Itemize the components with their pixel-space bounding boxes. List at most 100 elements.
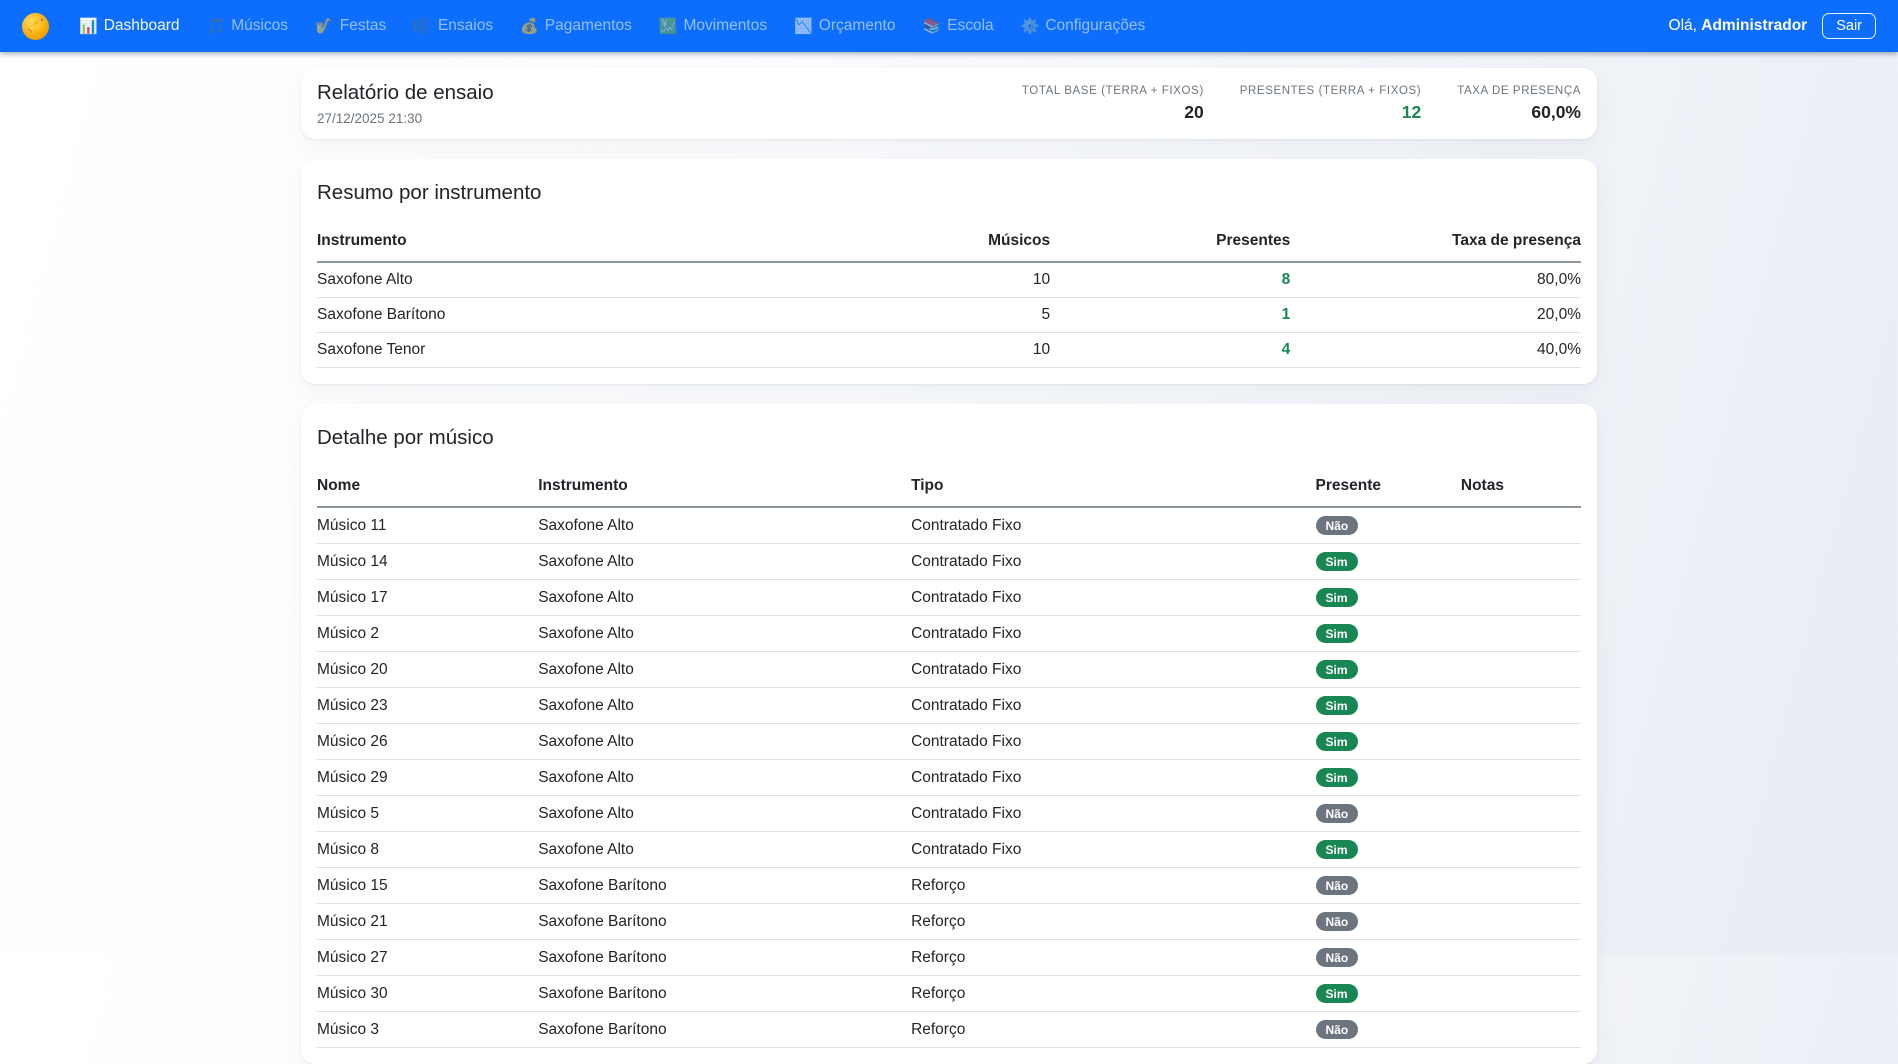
detail-header-row: Nome Instrumento Tipo Presente Notas [317, 468, 1581, 507]
cell-type: Contratado Fixo [911, 544, 1315, 580]
detail-table: Nome Instrumento Tipo Presente Notas Mús… [317, 468, 1581, 1048]
nav-link-pagamentos[interactable]: 💰Pagamentos [520, 17, 632, 35]
present-badge: Sim [1316, 696, 1358, 715]
cell-notes [1461, 832, 1581, 868]
cell-notes [1461, 616, 1581, 652]
cell-notes [1461, 976, 1581, 1012]
cell-type: Contratado Fixo [911, 580, 1315, 616]
cell-present-count: 8 [1050, 262, 1290, 298]
nav-item-festas: 🎷Festas [315, 17, 386, 35]
nav-item-movimentos: 💹 Movimentos [659, 17, 767, 35]
cell-name: Músico 29 [317, 760, 538, 796]
cell-present: Sim [1316, 976, 1461, 1012]
present-badge: Sim [1316, 624, 1358, 643]
cell-name: Músico 8 [317, 832, 538, 868]
cell-type: Reforço [911, 868, 1315, 904]
cell-name: Músico 14 [317, 544, 538, 580]
nav-link-configuracoes[interactable]: ⚙️Configurações [1021, 17, 1146, 35]
main-content: Relatório de ensaio 27/12/2025 21:30 TOT… [301, 68, 1597, 1064]
cell-present-count: 1 [1050, 298, 1290, 333]
detail-row: Músico 27Saxofone BarítonoReforçoNão [317, 940, 1581, 976]
logout-button[interactable]: Sair [1822, 13, 1876, 39]
present-badge: Não [1316, 1020, 1359, 1039]
cell-present: Sim [1316, 580, 1461, 616]
cell-instrument: Saxofone Tenor [317, 333, 924, 368]
cell-name: Músico 21 [317, 904, 538, 940]
nav-label-musicos: Músicos [231, 17, 288, 35]
cell-notes [1461, 652, 1581, 688]
summary-table: Instrumento Músicos Presentes Taxa de pr… [317, 223, 1581, 368]
detail-col-type: Tipo [911, 468, 1315, 507]
nav-label-movimentos: Movimentos [684, 17, 768, 35]
summary-card: Resumo por instrumento Instrumento Músic… [301, 159, 1597, 384]
nav-label-dashboard: Dashboard [104, 17, 180, 35]
nav-item-ensaios: 🎼Ensaios [413, 17, 493, 35]
nav-link-dashboard[interactable]: 📊Dashboard [79, 17, 180, 35]
cell-instrument: Saxofone Barítono [538, 904, 911, 940]
nav-item-escola: 📚Escola [922, 17, 993, 35]
detail-row: Músico 2Saxofone AltoContratado FixoSim [317, 616, 1581, 652]
movimentos-icon: 💹 [659, 19, 678, 34]
summary-row: Saxofone Alto10880,0% [317, 262, 1581, 298]
detail-row: Músico 17Saxofone AltoContratado FixoSim [317, 580, 1581, 616]
cell-present: Sim [1316, 832, 1461, 868]
nav-link-movimentos[interactable]: 💹 Movimentos [659, 17, 767, 35]
present-badge: Não [1316, 804, 1359, 823]
cell-present: Não [1316, 868, 1461, 904]
cell-notes [1461, 904, 1581, 940]
detail-row: Músico 21Saxofone BarítonoReforçoNão [317, 904, 1581, 940]
stat-value: 60,0% [1457, 102, 1581, 123]
report-header-card: Relatório de ensaio 27/12/2025 21:30 TOT… [301, 68, 1597, 139]
nav-link-musicos[interactable]: 🎵Músicos [207, 17, 289, 35]
present-badge: Sim [1316, 984, 1358, 1003]
cell-notes [1461, 724, 1581, 760]
stat-label: PRESENTES (TERRA + FIXOS) [1240, 85, 1421, 97]
cell-name: Músico 20 [317, 652, 538, 688]
escola-icon: 📚 [922, 19, 941, 34]
summary-col-rate: Taxa de presença [1290, 223, 1581, 262]
cell-name: Músico 3 [317, 1012, 538, 1048]
cell-instrument: Saxofone Barítono [538, 1012, 911, 1048]
cell-instrument: Saxofone Barítono [317, 298, 924, 333]
detail-row: Músico 29Saxofone AltoContratado FixoSim [317, 760, 1581, 796]
detail-card: Detalhe por músico Nome Instrumento Tipo… [301, 404, 1597, 1064]
summary-row: Saxofone Tenor10440,0% [317, 333, 1581, 368]
nav-link-orcamento[interactable]: 📉Orçamento [794, 17, 895, 35]
present-badge: Sim [1316, 840, 1358, 859]
app-logo[interactable]: 🎺 [22, 13, 49, 40]
detail-col-instrument: Instrumento [538, 468, 911, 507]
cell-instrument: Saxofone Alto [538, 616, 911, 652]
cell-musicians: 5 [924, 298, 1050, 333]
cell-present: Sim [1316, 616, 1461, 652]
cell-type: Contratado Fixo [911, 796, 1315, 832]
cell-present: Não [1316, 507, 1461, 544]
stat-label: TAXA DE PRESENÇA [1457, 85, 1581, 97]
cell-notes [1461, 940, 1581, 976]
cell-present: Sim [1316, 652, 1461, 688]
nav-label-festas: Festas [340, 17, 387, 35]
nav-label-ensaios: Ensaios [438, 17, 493, 35]
top-navbar: 🎺 📊Dashboard 🎵Músicos 🎷Festas 🎼Ensaios 💰Paga… [0, 0, 1898, 52]
nav-link-escola[interactable]: 📚Escola [922, 17, 993, 35]
cell-rate: 20,0% [1290, 298, 1581, 333]
cell-notes [1461, 507, 1581, 544]
detail-title: Detalhe por músico [317, 426, 1581, 450]
cell-notes [1461, 544, 1581, 580]
navbar-right: Olá, Administrador Sair [1669, 13, 1876, 39]
cell-type: Contratado Fixo [911, 688, 1315, 724]
stat-value: 20 [1022, 102, 1204, 123]
present-badge: Sim [1316, 588, 1358, 607]
nav-label-orcamento: Orçamento [819, 17, 896, 35]
cell-present: Não [1316, 940, 1461, 976]
cell-type: Contratado Fixo [911, 724, 1315, 760]
detail-row: Músico 20Saxofone AltoContratado FixoSim [317, 652, 1581, 688]
stat-1: PRESENTES (TERRA + FIXOS)12 [1240, 85, 1421, 123]
cell-instrument: Saxofone Barítono [538, 976, 911, 1012]
present-badge: Sim [1316, 552, 1358, 571]
cell-musicians: 10 [924, 333, 1050, 368]
nav-link-festas[interactable]: 🎷Festas [315, 17, 386, 35]
cell-musicians: 10 [924, 262, 1050, 298]
report-stats: TOTAL BASE (TERRA + FIXOS)20PRESENTES (T… [1022, 85, 1581, 123]
report-datetime: 27/12/2025 21:30 [317, 111, 494, 126]
nav-link-ensaios[interactable]: 🎼Ensaios [413, 17, 493, 35]
